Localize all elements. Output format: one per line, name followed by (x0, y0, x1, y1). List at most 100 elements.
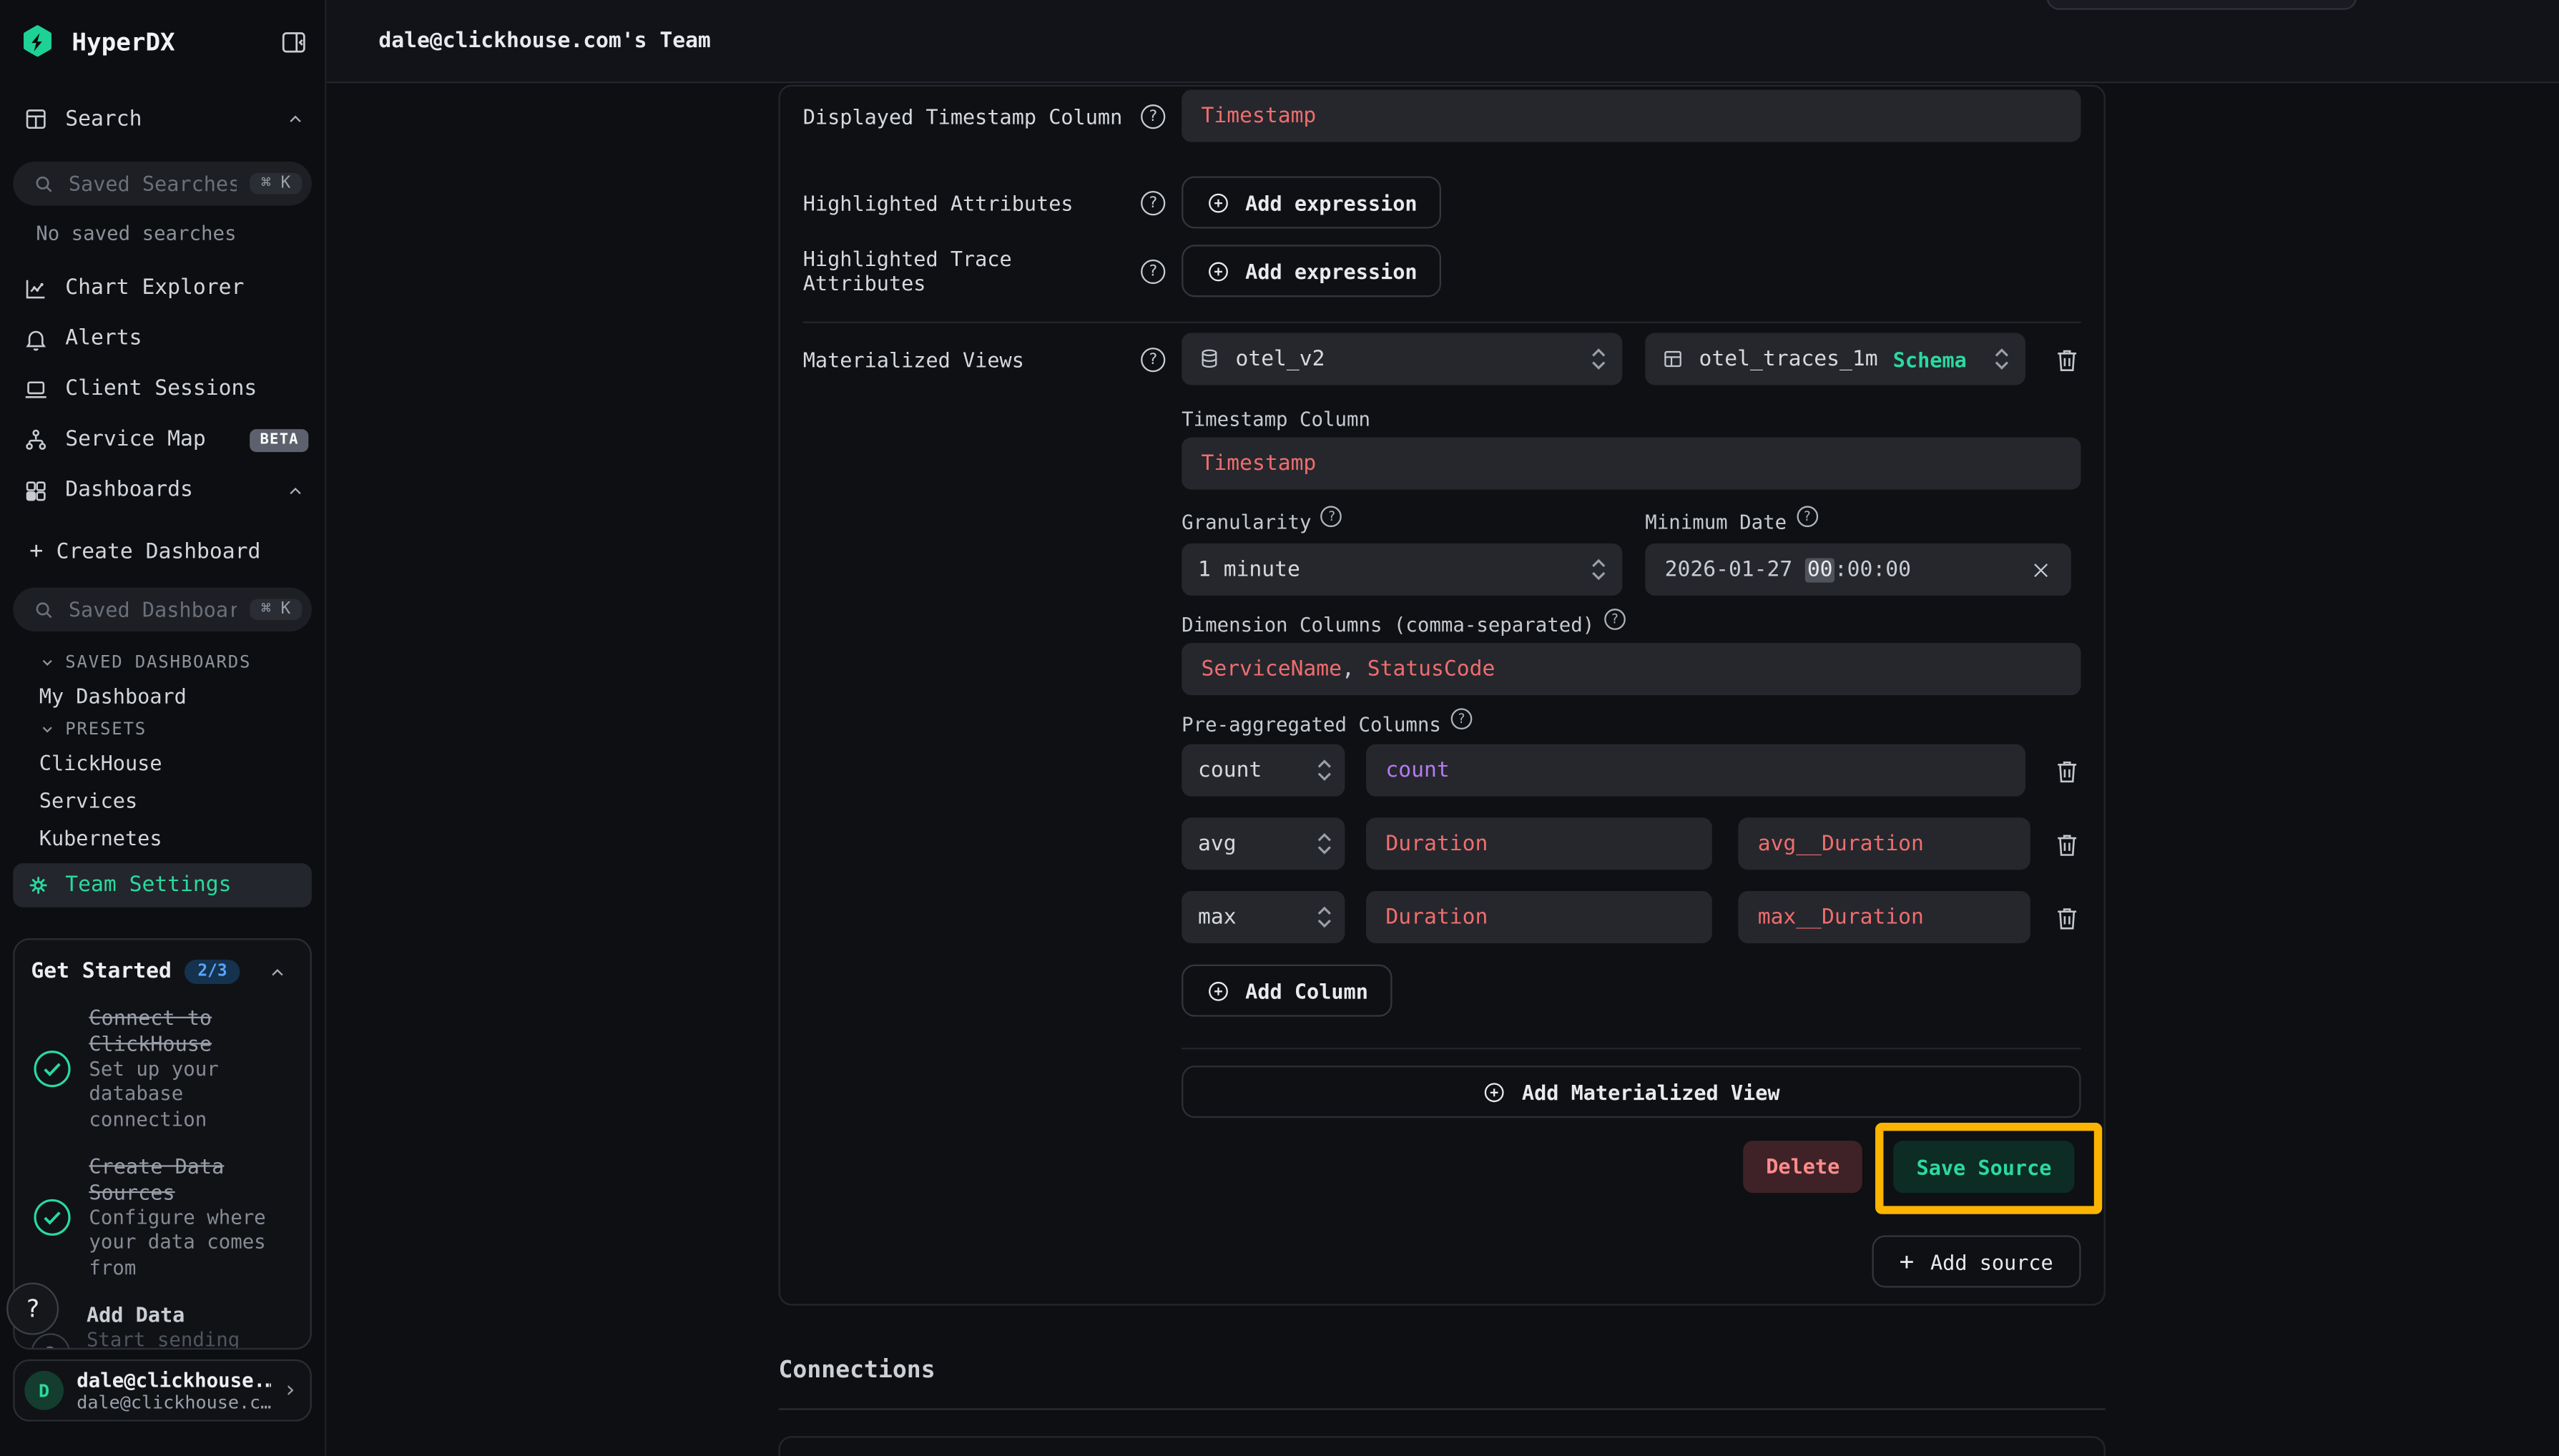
sidebar-collapse-icon[interactable] (279, 28, 308, 57)
add-materialized-view-button[interactable]: Add Materialized View (1182, 1066, 2081, 1118)
help-icon[interactable]: ? (1141, 104, 1165, 128)
saved-dashboards-search[interactable]: ⌘ K (13, 588, 312, 632)
help-icon[interactable]: ? (1141, 190, 1165, 215)
circle-plus-icon (1483, 1080, 1507, 1104)
aggregation-fn-select[interactable]: count (1182, 744, 1345, 797)
screen: HyperDX Search ⌘ K (0, 0, 2559, 1456)
get-started-step-2[interactable]: Create Data Sources Configure where your… (31, 1154, 293, 1282)
help-icon[interactable]: ? (1797, 506, 1818, 527)
app-name: HyperDX (72, 28, 175, 57)
aggregation-fn-select[interactable]: max (1182, 891, 1345, 943)
save-source-button[interactable]: Save Source (1894, 1141, 2075, 1193)
sidebar-item-dashboards[interactable]: Dashboards (13, 465, 312, 516)
shortcut-badge: ⌘ K (250, 599, 302, 620)
sidebar-item-chart-explorer[interactable]: Chart Explorer (13, 262, 312, 313)
chevron-up-icon (267, 962, 287, 981)
dimension-columns-input[interactable]: ServiceName, StatusCode (1182, 643, 2081, 695)
input-value: Timestamp (1202, 451, 1317, 476)
select-chevrons-icon (1317, 832, 1332, 855)
aggregation-fn-select[interactable]: avg (1182, 817, 1345, 870)
clear-date-icon[interactable] (2030, 559, 2052, 581)
help-button[interactable]: ? (6, 1283, 59, 1335)
get-started-title: Get Started (31, 960, 171, 984)
select-value: 1 minute (1198, 557, 1300, 581)
select-value: otel_v2 (1235, 347, 1325, 371)
saved-searches-input[interactable] (69, 172, 237, 196)
delete-column-button[interactable] (2053, 830, 2081, 857)
mv-timestamp-input[interactable]: Timestamp (1182, 438, 2081, 490)
question-icon: ? (25, 1294, 40, 1324)
mv-table-select[interactable]: otel_traces_1m Schema (1645, 333, 2025, 385)
gear-icon (26, 873, 51, 897)
check-circle-icon (32, 1049, 72, 1088)
add-expression-button[interactable]: Add expression (1182, 245, 1442, 297)
trash-icon (2053, 903, 2081, 931)
input-value: Duration (1385, 832, 1488, 856)
source-settings-panel: Displayed Timestamp Column ? Timestamp H… (779, 85, 2106, 1306)
help-icon[interactable]: ? (1321, 506, 1342, 527)
sidebar-item-alerts[interactable]: Alerts (13, 313, 312, 364)
mv-database-select[interactable]: otel_v2 (1182, 333, 1622, 385)
field-label: Highlighted Trace Attributes (803, 247, 1141, 295)
select-chevrons-icon (1317, 759, 1332, 782)
topbar: dale@clickhouse.com's Team (326, 0, 2559, 83)
add-column-button[interactable]: Add Column (1182, 965, 1393, 1017)
minimum-date-label: Minimum Date ? (1645, 511, 2071, 535)
granularity-select[interactable]: 1 minute (1182, 543, 1622, 596)
sidebar-item-my-dashboard[interactable]: My Dashboard (13, 677, 312, 714)
help-icon[interactable]: ? (1141, 347, 1165, 371)
sidebar-item-client-sessions[interactable]: Client Sessions (13, 364, 312, 415)
delete-column-button[interactable] (2053, 903, 2081, 931)
divider (779, 1408, 2106, 1410)
chart-explorer-icon (23, 275, 49, 302)
get-started-step-3[interactable]: 3 Add Data Start sending logs, metrics, … (31, 1302, 293, 1349)
no-saved-searches-text: No saved searches (36, 222, 312, 248)
group-presets[interactable]: PRESETS (13, 715, 312, 744)
delete-view-button[interactable] (2053, 345, 2081, 373)
saved-searches-search[interactable]: ⌘ K (13, 162, 312, 206)
trash-icon (2053, 345, 2081, 373)
sidebar-item-preset-kubernetes[interactable]: Kubernetes (13, 820, 312, 857)
help-icon[interactable]: ? (1451, 708, 1473, 729)
schema-link[interactable]: Schema (1893, 347, 1967, 371)
create-dashboard-button[interactable]: + Create Dashboard (13, 527, 312, 576)
saved-dashboards-input[interactable] (69, 597, 237, 621)
team-settings-label: Team Settings (65, 873, 231, 897)
select-chevrons-icon (1591, 348, 1606, 370)
sidebar-item-preset-services[interactable]: Services (13, 782, 312, 819)
beta-badge: BETA (250, 428, 308, 451)
help-icon[interactable]: ? (1141, 259, 1165, 283)
add-expression-button[interactable]: Add expression (1182, 176, 1442, 228)
displayed-timestamp-input[interactable]: Timestamp (1182, 90, 2081, 142)
sidebar-item-service-map[interactable]: Service Map BETA (13, 415, 312, 466)
add-source-button[interactable]: + Add source (1872, 1235, 2081, 1287)
expression-input[interactable]: Duration (1366, 891, 1712, 943)
bell-icon (23, 325, 49, 352)
get-started-header[interactable]: Get Started 2/3 (31, 960, 293, 984)
sidebar-item-search[interactable]: Search (13, 94, 312, 143)
trash-icon (2053, 830, 2081, 857)
delete-column-button[interactable] (2053, 757, 2081, 784)
get-started-step-1[interactable]: Connect to ClickHouse Set up your databa… (31, 1005, 293, 1133)
user-menu[interactable]: D dale@clickhouse.… dale@clickhouse.c… › (13, 1359, 312, 1422)
select-value: avg (1198, 832, 1237, 856)
minimum-date-input[interactable]: 2026-01-27 00 :00:00 (1645, 543, 2071, 596)
separator: , (1342, 657, 1367, 682)
alias-input[interactable]: avg__Duration (1738, 817, 2030, 870)
alias-input[interactable]: max__Duration (1738, 891, 2030, 943)
input-value: Duration (1385, 905, 1488, 929)
help-icon[interactable]: ? (1604, 609, 1626, 630)
select-value: max (1198, 905, 1237, 929)
divider (803, 322, 2081, 323)
step-title: Create Data Sources (89, 1154, 293, 1206)
expression-input[interactable]: count (1366, 744, 2025, 797)
delete-source-button[interactable]: Delete (1743, 1140, 1862, 1192)
pre-aggregated-row: count count (1182, 744, 2081, 797)
expression-input[interactable]: Duration (1366, 817, 1712, 870)
pre-aggregated-label: Pre-aggregated Columns ? (1182, 713, 2081, 737)
sidebar-item-team-settings[interactable]: Team Settings (13, 863, 312, 907)
sidebar-item-preset-clickhouse[interactable]: ClickHouse (13, 744, 312, 782)
group-saved-dashboards[interactable]: SAVED DASHBOARDS (13, 648, 312, 677)
sidebar-item-label: Dashboards (65, 478, 193, 503)
toast-remnant (2047, 0, 2357, 10)
